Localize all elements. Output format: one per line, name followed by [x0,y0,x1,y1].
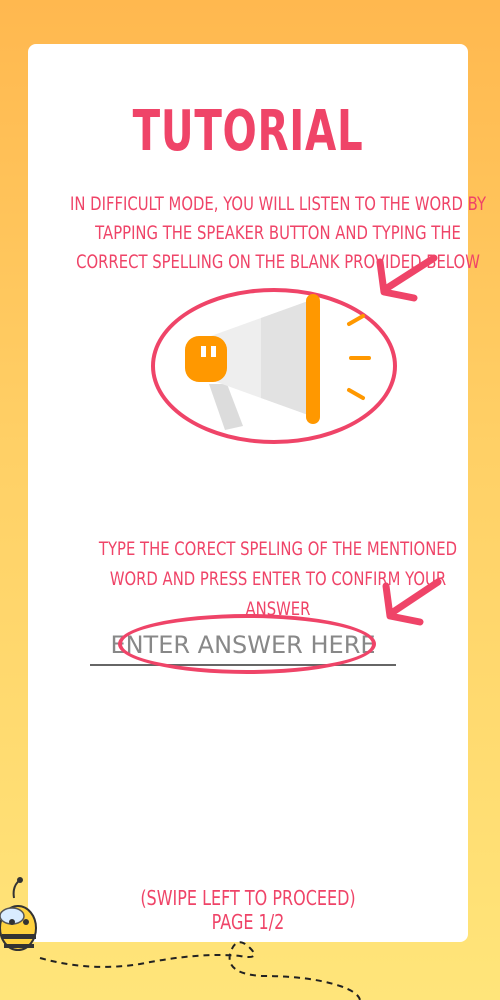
swipe-hint: (Swipe left to proceed) [140,886,356,910]
answer-area [90,612,396,674]
footer: (Swipe left to proceed) Page 1/2 [72,886,424,934]
megaphone-icon [185,294,371,430]
arrow-icon [376,254,438,302]
page-title: Tutorial [132,99,364,164]
speaker-button[interactable] [151,288,403,448]
highlight-ring [118,614,376,674]
dashed-trail [39,941,361,1000]
tutorial-card: Tutorial In difficult mode, you will lis… [28,44,486,942]
